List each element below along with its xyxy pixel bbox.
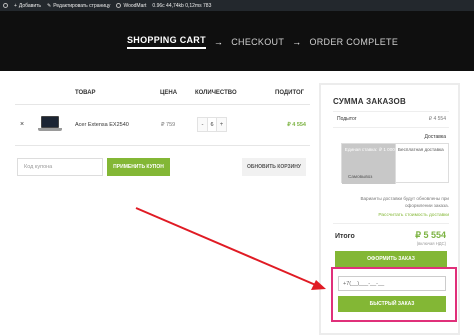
woodmart-icon (116, 3, 122, 8)
step-shopping-cart[interactable]: SHOPPING CART (127, 35, 206, 49)
step-order-complete: ORDER COMPLETE (309, 37, 399, 47)
admin-bar-woodmart[interactable]: WoodMart (116, 3, 146, 9)
product-subtotal: ₽ 4 554 (287, 122, 306, 128)
table-row: × Acer Extensa EX2540 ₽ 759 - 6 + ₽ 4 55… (15, 110, 310, 140)
divider (333, 223, 449, 224)
apply-coupon-button[interactable]: ПРИМЕНИТЬ КУПОН (107, 158, 170, 176)
subtotal-label: Подытог (337, 116, 357, 122)
wordpress-icon (3, 3, 8, 8)
shipping-pickup-option[interactable]: Самовывоз (344, 174, 394, 180)
checkout-steps: SHOPPING CART → CHECKOUT → ORDER COMPLET… (127, 35, 398, 49)
table-divider (15, 145, 310, 146)
admin-bar-add-label: Добавить (18, 2, 42, 9)
column-subtotal: ПОДИТОГ (275, 90, 305, 96)
column-product: ТОВАР (75, 90, 96, 96)
laptop-icon[interactable] (38, 116, 62, 132)
quantity-minus-button[interactable]: - (198, 118, 207, 131)
admin-bar-add[interactable]: + Добавить (14, 3, 41, 9)
arrow-right-icon: → (213, 37, 224, 47)
divider (333, 127, 449, 128)
column-price: ЦЕНА (160, 90, 178, 96)
remove-item-icon[interactable]: × (20, 121, 24, 128)
page-hero: SHOPPING CART → CHECKOUT → ORDER COMPLET… (0, 11, 474, 71)
shipping-flat-rate-label[interactable]: Единая ставка: (344, 147, 378, 153)
phone-input[interactable]: +7(__)___-__-__ (338, 276, 446, 291)
checkout-button[interactable]: ОФОРМИТЬ ЗАКАЗ (335, 251, 447, 267)
quantity-input[interactable]: 6 (207, 118, 217, 131)
table-divider (15, 104, 310, 105)
product-price: ₽ 759 (161, 122, 176, 128)
admin-bar-wordpress[interactable] (3, 3, 8, 8)
column-quantity: КОЛИЧЕСТВО (195, 90, 237, 96)
total-value: ₽ 5 554 (415, 230, 446, 240)
product-name-link[interactable]: Acer Extensa EX2540 (75, 122, 129, 128)
admin-bar-edit-page[interactable]: ✎ Редактировать страницу (47, 3, 110, 9)
update-cart-button[interactable]: ОБНОВИТЬ КОРЗИНУ (242, 158, 306, 176)
quantity-stepper: - 6 + (197, 117, 227, 132)
total-tax-note: (включая НДС) (416, 241, 446, 246)
shipping-options: Единая ставка: ₽ 1 000 Бесплатная достав… (341, 143, 449, 184)
coupon-code-input[interactable]: Код купона (17, 158, 103, 176)
quantity-plus-button[interactable]: + (217, 118, 226, 131)
quick-order-button[interactable]: БЫСТРЫЙ ЗАКАЗ (338, 296, 446, 312)
step-checkout[interactable]: CHECKOUT (231, 37, 284, 47)
admin-bar-stats[interactable]: 0.96c 44,74kb 0,12ms 783 (152, 3, 211, 9)
admin-bar-edit-label: Редактировать страницу (53, 2, 111, 9)
admin-bar: + Добавить ✎ Редактировать страницу Wood… (0, 0, 474, 11)
total-label: Итого (335, 233, 355, 240)
admin-bar-stats-label: 0.96c 44,74kb 0,12ms 783 (152, 2, 212, 9)
cart-totals-title: СУММА ЗАКАЗОВ (333, 97, 406, 106)
shipping-flat-rate-price: ₽ 1 000 (379, 147, 395, 152)
shipping-note: Варианты доставки будут обновлены при оф… (360, 196, 449, 208)
pencil-icon: ✎ (47, 2, 52, 9)
admin-bar-woodmart-label: WoodMart (123, 2, 147, 9)
shipping-free-option[interactable]: Бесплатная доставка (398, 147, 448, 153)
plus-icon: + (14, 2, 17, 9)
arrow-right-icon: → (292, 37, 302, 47)
divider (333, 111, 449, 112)
subtotal-value: ₽ 4 554 (428, 116, 446, 122)
shipping-label: Доставка (424, 134, 446, 140)
calculate-shipping-link[interactable]: Рассчитать стоимость доставки (341, 213, 449, 218)
annotation-arrow-line (135, 207, 319, 287)
quick-order-box: +7(__)___-__-__ БЫСТРЫЙ ЗАКАЗ (331, 267, 457, 322)
